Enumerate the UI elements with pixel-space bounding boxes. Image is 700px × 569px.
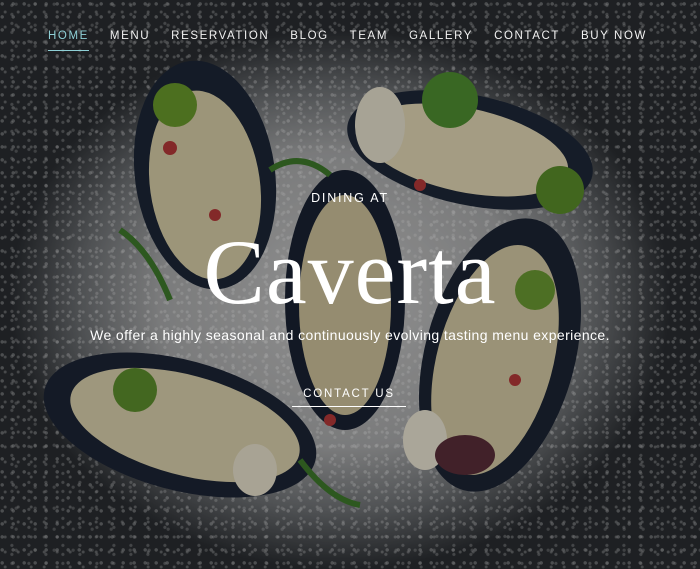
nav-blog[interactable]: BLOG bbox=[290, 28, 328, 51]
main-navigation: HOME MENU RESERVATION BLOG TEAM GALLERY … bbox=[0, 28, 700, 51]
nav-home[interactable]: HOME bbox=[48, 28, 89, 51]
nav-contact[interactable]: CONTACT bbox=[494, 28, 560, 51]
nav-gallery[interactable]: GALLERY bbox=[409, 28, 473, 51]
nav-team[interactable]: TEAM bbox=[350, 28, 388, 51]
hero-section: HOME MENU RESERVATION BLOG TEAM GALLERY … bbox=[0, 0, 700, 569]
hero-title: Caverta bbox=[203, 221, 497, 323]
contact-us-button[interactable]: CONTACT US bbox=[292, 388, 406, 407]
nav-reservation[interactable]: RESERVATION bbox=[171, 28, 269, 51]
nav-menu[interactable]: MENU bbox=[110, 28, 150, 51]
hero-tagline: We offer a highly seasonal and continuou… bbox=[90, 327, 610, 343]
nav-buy-now[interactable]: BUY NOW bbox=[581, 28, 647, 51]
hero-pre-title: DINING AT bbox=[311, 191, 389, 205]
